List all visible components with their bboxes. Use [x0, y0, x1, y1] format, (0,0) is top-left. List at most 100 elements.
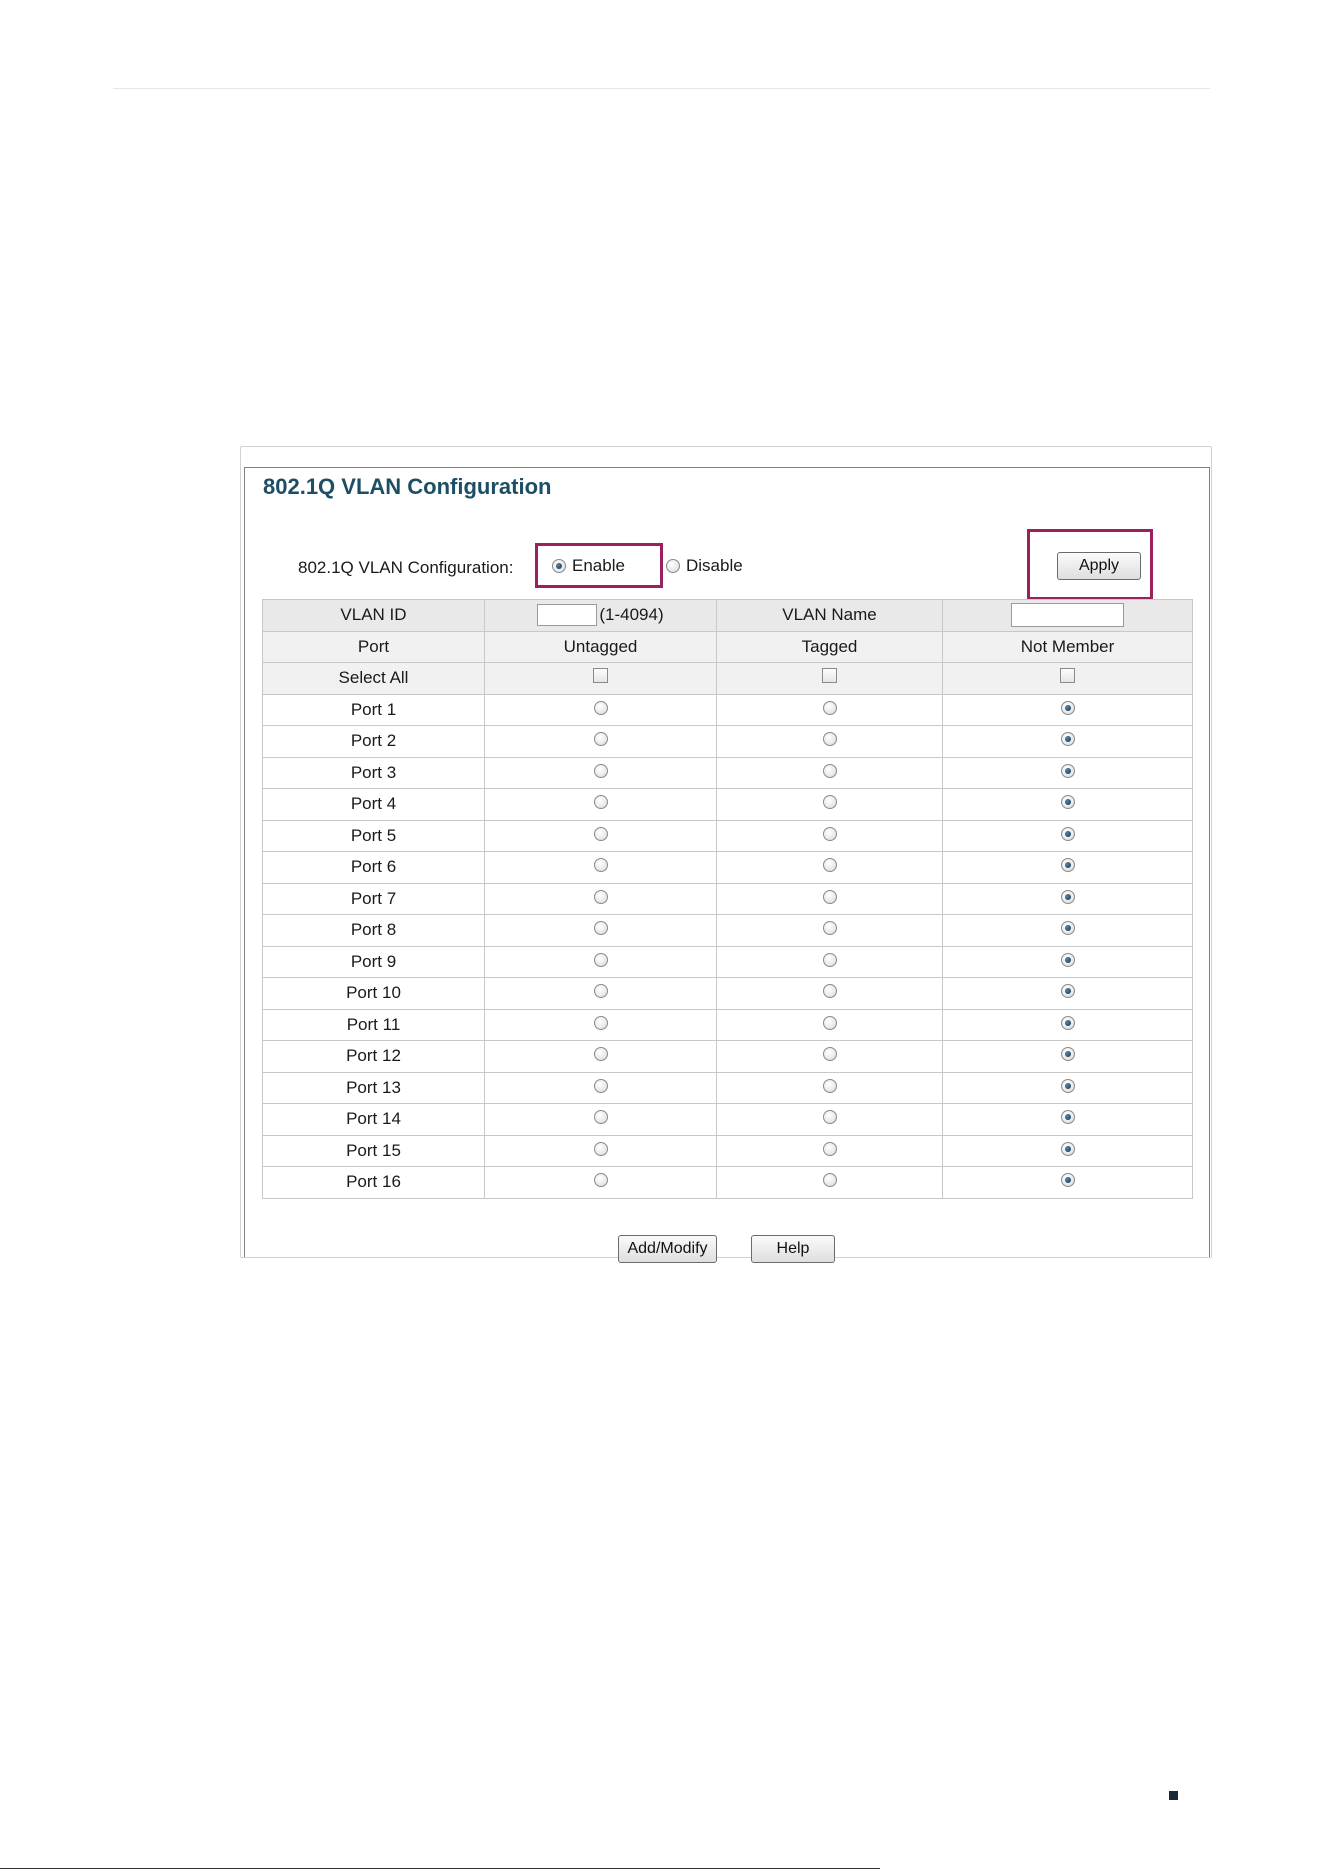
help-button[interactable]: Help [751, 1235, 835, 1263]
port-not-member-radio[interactable] [1060, 984, 1075, 999]
port-not-member-radio[interactable] [1060, 826, 1075, 841]
column-header-row: Port Untagged Tagged Not Member [262, 630, 1193, 663]
vlan-id-input[interactable] [537, 604, 598, 627]
port-untagged-radio[interactable] [593, 858, 608, 873]
page-bottom-rule [0, 1868, 880, 1869]
port-name: Port 14 [262, 1103, 485, 1136]
port-untagged-radio[interactable] [593, 763, 608, 778]
port-name: Port 5 [262, 819, 485, 852]
disable-option[interactable]: Disable [666, 556, 743, 576]
disable-label: Disable [686, 556, 743, 575]
port-untagged-radio[interactable] [593, 1110, 608, 1125]
port-not-member-radio[interactable] [1060, 795, 1075, 810]
port-untagged-radio[interactable] [593, 1173, 608, 1188]
port-tagged-radio[interactable] [822, 1110, 837, 1125]
port-row: Port 15 [262, 1134, 1193, 1167]
port-tagged-radio[interactable] [822, 1078, 837, 1093]
section-title: 802.1Q VLAN Configuration [261, 474, 554, 499]
port-row: Port 12 [262, 1040, 1193, 1073]
port-untagged-radio[interactable] [593, 1047, 608, 1062]
port-tagged-radio[interactable] [822, 700, 837, 715]
port-name: Port 3 [262, 756, 485, 789]
vlan-name-cell [942, 599, 1193, 632]
port-untagged-radio[interactable] [593, 921, 608, 936]
vlan-config-fieldset: 802.1Q VLAN Configuration 802.1Q VLAN Co… [244, 467, 1210, 1263]
port-tagged-radio[interactable] [822, 952, 837, 967]
port-tagged-radio[interactable] [822, 732, 837, 747]
port-tagged-radio[interactable] [822, 1141, 837, 1156]
vlan-config-label: 802.1Q VLAN Configuration: [298, 558, 514, 577]
port-tagged-radio[interactable] [822, 921, 837, 936]
select-all-row: Select All [262, 662, 1193, 695]
port-row: Port 8 [262, 914, 1193, 947]
vlan-id-cell: (1-4094) [484, 599, 717, 632]
port-untagged-radio[interactable] [593, 700, 608, 715]
port-row: Port 10 [262, 977, 1193, 1010]
port-row: Port 2 [262, 725, 1193, 758]
vlan-id-row: VLAN ID (1-4094) VLAN Name [262, 599, 1193, 632]
port-tagged-radio[interactable] [822, 795, 837, 810]
port-not-member-radio[interactable] [1060, 1141, 1075, 1156]
port-untagged-radio[interactable] [593, 732, 608, 747]
port-tagged-radio[interactable] [822, 1047, 837, 1062]
port-untagged-radio[interactable] [593, 889, 608, 904]
port-name: Port 4 [262, 788, 485, 821]
port-row: Port 5 [262, 819, 1193, 852]
port-untagged-radio[interactable] [593, 826, 608, 841]
port-not-member-radio[interactable] [1060, 952, 1075, 967]
port-untagged-radio[interactable] [593, 984, 608, 999]
port-not-member-radio[interactable] [1060, 858, 1075, 873]
port-name: Port 12 [262, 1040, 485, 1073]
port-tagged-radio[interactable] [822, 984, 837, 999]
port-not-member-radio[interactable] [1060, 1078, 1075, 1093]
vlan-port-table: VLAN ID (1-4094) VLAN Name Port Untagged… [262, 599, 1193, 1199]
port-untagged-radio[interactable] [593, 795, 608, 810]
port-tagged-radio[interactable] [822, 826, 837, 841]
port-not-member-radio[interactable] [1060, 1173, 1075, 1188]
select-all-not-member-checkbox[interactable] [1060, 668, 1075, 684]
port-name: Port 7 [262, 882, 485, 915]
port-not-member-radio[interactable] [1060, 1015, 1075, 1030]
port-not-member-radio[interactable] [1060, 1110, 1075, 1125]
port-name: Port 16 [262, 1166, 485, 1199]
port-not-member-radio[interactable] [1060, 921, 1075, 936]
port-untagged-radio[interactable] [593, 952, 608, 967]
port-tagged-radio[interactable] [822, 763, 837, 778]
port-untagged-radio[interactable] [593, 1015, 608, 1030]
port-name: Port 2 [262, 725, 485, 758]
port-not-member-radio[interactable] [1060, 700, 1075, 715]
disable-radio[interactable] [666, 559, 680, 573]
port-row: Port 6 [262, 851, 1193, 884]
page-top-rule [113, 88, 1210, 89]
port-row: Port 16 [262, 1166, 1193, 1199]
port-row: Port 9 [262, 945, 1193, 978]
select-all-tagged-checkbox[interactable] [822, 668, 837, 684]
port-untagged-radio[interactable] [593, 1078, 608, 1093]
port-row: Port 14 [262, 1103, 1193, 1136]
port-tagged-radio[interactable] [822, 1015, 837, 1030]
select-all-untagged-checkbox[interactable] [593, 668, 608, 684]
port-not-member-radio[interactable] [1060, 889, 1075, 904]
port-row: Port 13 [262, 1071, 1193, 1104]
port-row: Port 3 [262, 756, 1193, 789]
add-modify-button[interactable]: Add/Modify [618, 1235, 717, 1263]
port-name: Port 9 [262, 945, 485, 978]
port-name: Port 6 [262, 851, 485, 884]
port-not-member-radio[interactable] [1060, 763, 1075, 778]
vlan-config-panel: 802.1Q VLAN Configuration 802.1Q VLAN Co… [240, 446, 1212, 1263]
port-not-member-radio[interactable] [1060, 1047, 1075, 1062]
port-name: Port 11 [262, 1008, 485, 1041]
port-tagged-radio[interactable] [822, 858, 837, 873]
port-tagged-radio[interactable] [822, 889, 837, 904]
port-name: Port 15 [262, 1134, 485, 1167]
port-name: Port 13 [262, 1071, 485, 1104]
vlan-name-label: VLAN Name [716, 599, 943, 632]
port-untagged-radio[interactable] [593, 1141, 608, 1156]
port-name: Port 10 [262, 977, 485, 1010]
port-not-member-radio[interactable] [1060, 732, 1075, 747]
vlan-id-range: (1-4094) [599, 605, 664, 625]
column-header-tagged: Tagged [716, 630, 943, 663]
vlan-name-input[interactable] [1011, 603, 1124, 628]
column-header-untagged: Untagged [484, 630, 717, 663]
port-tagged-radio[interactable] [822, 1173, 837, 1188]
